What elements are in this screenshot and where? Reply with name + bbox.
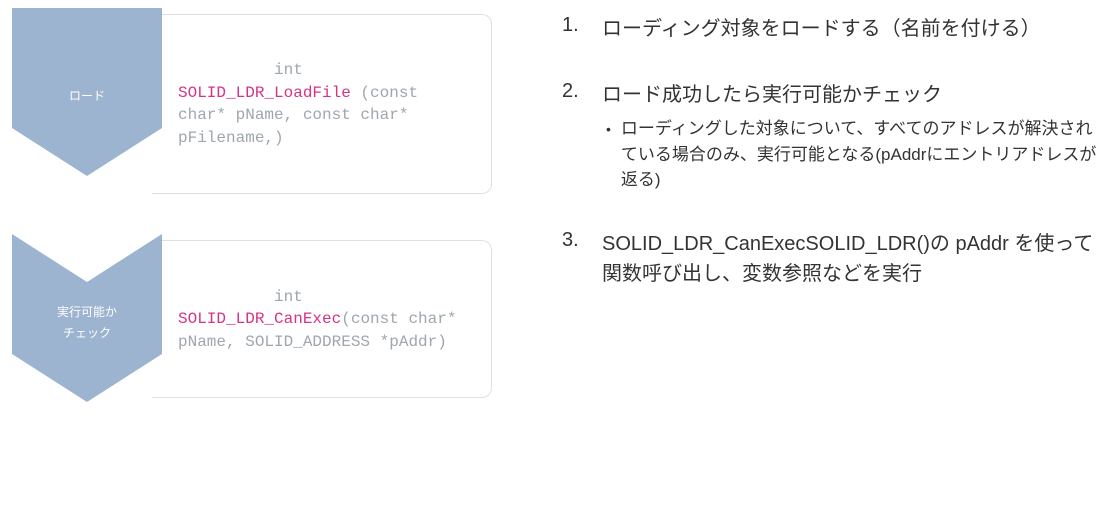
bullet-icon: • [606,116,611,193]
step-body: ロード成功したら実行可能かチェック • ローディングした対象について、すべてのア… [602,80,1097,193]
bullet-text: ローディングした対象について、すべてのアドレスが解決されている場合のみ、実行可能… [621,116,1097,193]
chevron-text-line2: チェック [63,323,111,345]
code-function-name: SOLID_LDR_CanExec [178,310,341,328]
code-prefix: int [274,61,312,79]
step-title: ロード成功したら実行可能かチェック [602,80,1097,110]
chevron-load: ロード [12,8,162,176]
step-number: 3. [562,229,584,252]
chevron-label: 実行可能か チェック [12,234,162,402]
step-bullet: • ローディングした対象について、すべてのアドレスが解決されている場合のみ、実行… [602,116,1097,193]
steps-column: 1. ローディング対象をロードする（名前を付ける） 2. ロード成功したら実行可… [562,8,1097,402]
code-text: int SOLID_LDR_LoadFile (const char* pNam… [178,37,465,171]
step-body: SOLID_LDR_CanExecSOLID_LDR()の pAddr を使って… [602,229,1097,289]
step-title: SOLID_LDR_CanExecSOLID_LDR()の pAddr を使って… [602,229,1097,289]
step-number: 1. [562,14,584,37]
code-box-canexec: int SOLID_LDR_CanExec(const char* pName,… [152,240,492,398]
step-item-2: 2. ロード成功したら実行可能かチェック • ローディングした対象について、すべ… [562,80,1097,193]
code-prefix: int [274,288,312,306]
step-title: ローディング対象をロードする（名前を付ける） [602,14,1097,44]
step-body: ローディング対象をロードする（名前を付ける） [602,14,1097,44]
chevron-text-line1: 実行可能か [57,302,117,324]
chevron-canexec: 実行可能か チェック [12,234,162,402]
code-text: int SOLID_LDR_CanExec(const char* pName,… [178,263,465,375]
flow-step-load: ロード int SOLID_LDR_LoadFile (const char* … [12,8,522,194]
step-item-3: 3. SOLID_LDR_CanExecSOLID_LDR()の pAddr を… [562,229,1097,289]
diagram-layout: ロード int SOLID_LDR_LoadFile (const char* … [12,8,1097,402]
chevron-text-line1: ロード [69,86,105,108]
flow-column: ロード int SOLID_LDR_LoadFile (const char* … [12,8,522,402]
code-box-loadfile: int SOLID_LDR_LoadFile (const char* pNam… [152,14,492,194]
code-function-name: SOLID_LDR_LoadFile [178,84,351,102]
step-item-1: 1. ローディング対象をロードする（名前を付ける） [562,14,1097,44]
flow-step-canexec: 実行可能か チェック int SOLID_LDR_CanExec(const c… [12,234,522,402]
step-number: 2. [562,80,584,103]
chevron-label: ロード [12,8,162,176]
